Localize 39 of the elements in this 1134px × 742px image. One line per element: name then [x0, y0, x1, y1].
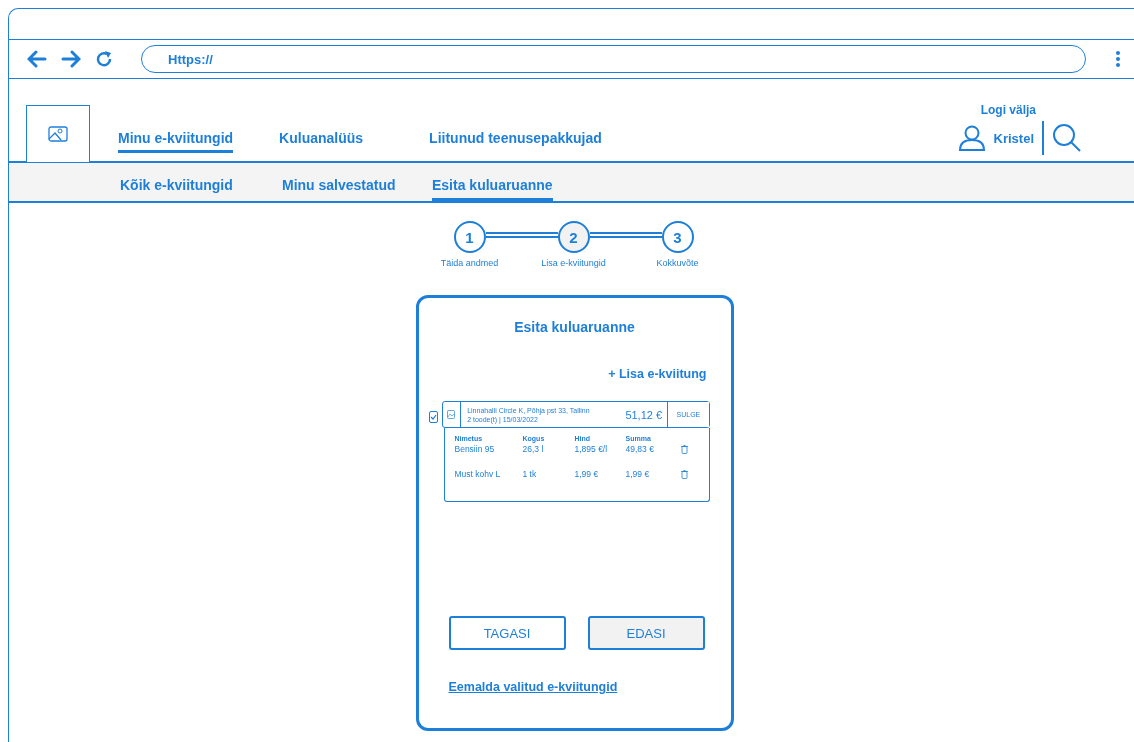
step-label: Lisa e-kviitungid	[541, 258, 606, 268]
trash-icon[interactable]	[680, 444, 688, 454]
reload-icon[interactable]	[95, 50, 113, 68]
nav-tab[interactable]: Kuluanalüüs	[279, 130, 430, 153]
step-circle: 2	[557, 221, 590, 253]
forward-icon[interactable]	[61, 50, 81, 68]
table-cell-text: 1 tk	[522, 469, 538, 479]
nav-tab[interactable]: Kõik e-kviitungid	[120, 177, 282, 201]
nav-tab[interactable]: Minu salvestatud	[282, 177, 432, 201]
nav-tab[interactable]: Minu e-kviitungid	[118, 130, 234, 153]
table-cell-text: 26,3 l	[522, 444, 545, 454]
user-name[interactable]: Kristel	[993, 130, 1034, 146]
logout-link[interactable]: Logi välja	[980, 103, 1036, 117]
add-receipt-link[interactable]: + Lisa e-kviitung	[608, 367, 707, 381]
next-button[interactable]: EDASI	[587, 616, 705, 650]
table-cell-text: 1,895 €/l	[574, 444, 609, 454]
trash-icon[interactable]	[680, 469, 688, 479]
table-cell-text: 1,99 €	[574, 469, 600, 479]
remove-selected-link[interactable]: Eemalda valitud e-kviitungid	[448, 680, 707, 694]
user-icon[interactable]	[957, 125, 986, 151]
nav-tab[interactable]: Liitunud teenusepakkujad	[429, 130, 602, 153]
receipt-total: 51,12 €	[624, 408, 664, 421]
table-cell-text: Must kohv L	[454, 469, 502, 479]
step-label: Täida andmed	[440, 258, 499, 268]
image-icon	[48, 126, 68, 142]
table-cell-text: 49,83 €	[625, 444, 655, 454]
nav-tab[interactable]: Esita kuluaruanne	[432, 177, 553, 201]
step-circle: 3	[661, 221, 694, 253]
step-label: Kokkuvõte	[656, 258, 699, 268]
table-cell-text: Bensiin 95	[454, 444, 496, 454]
checkbox[interactable]	[428, 411, 438, 423]
back-icon[interactable]	[27, 50, 47, 68]
menu-icon[interactable]	[1116, 51, 1120, 67]
back-button[interactable]: TAGASI	[448, 616, 566, 650]
image-icon	[447, 410, 456, 419]
step-circle: 1	[453, 221, 486, 253]
search-icon[interactable]	[1052, 123, 1082, 153]
card-title: Esita kuluaruanne	[513, 319, 635, 335]
table-cell-text: 1,99 €	[625, 469, 651, 479]
